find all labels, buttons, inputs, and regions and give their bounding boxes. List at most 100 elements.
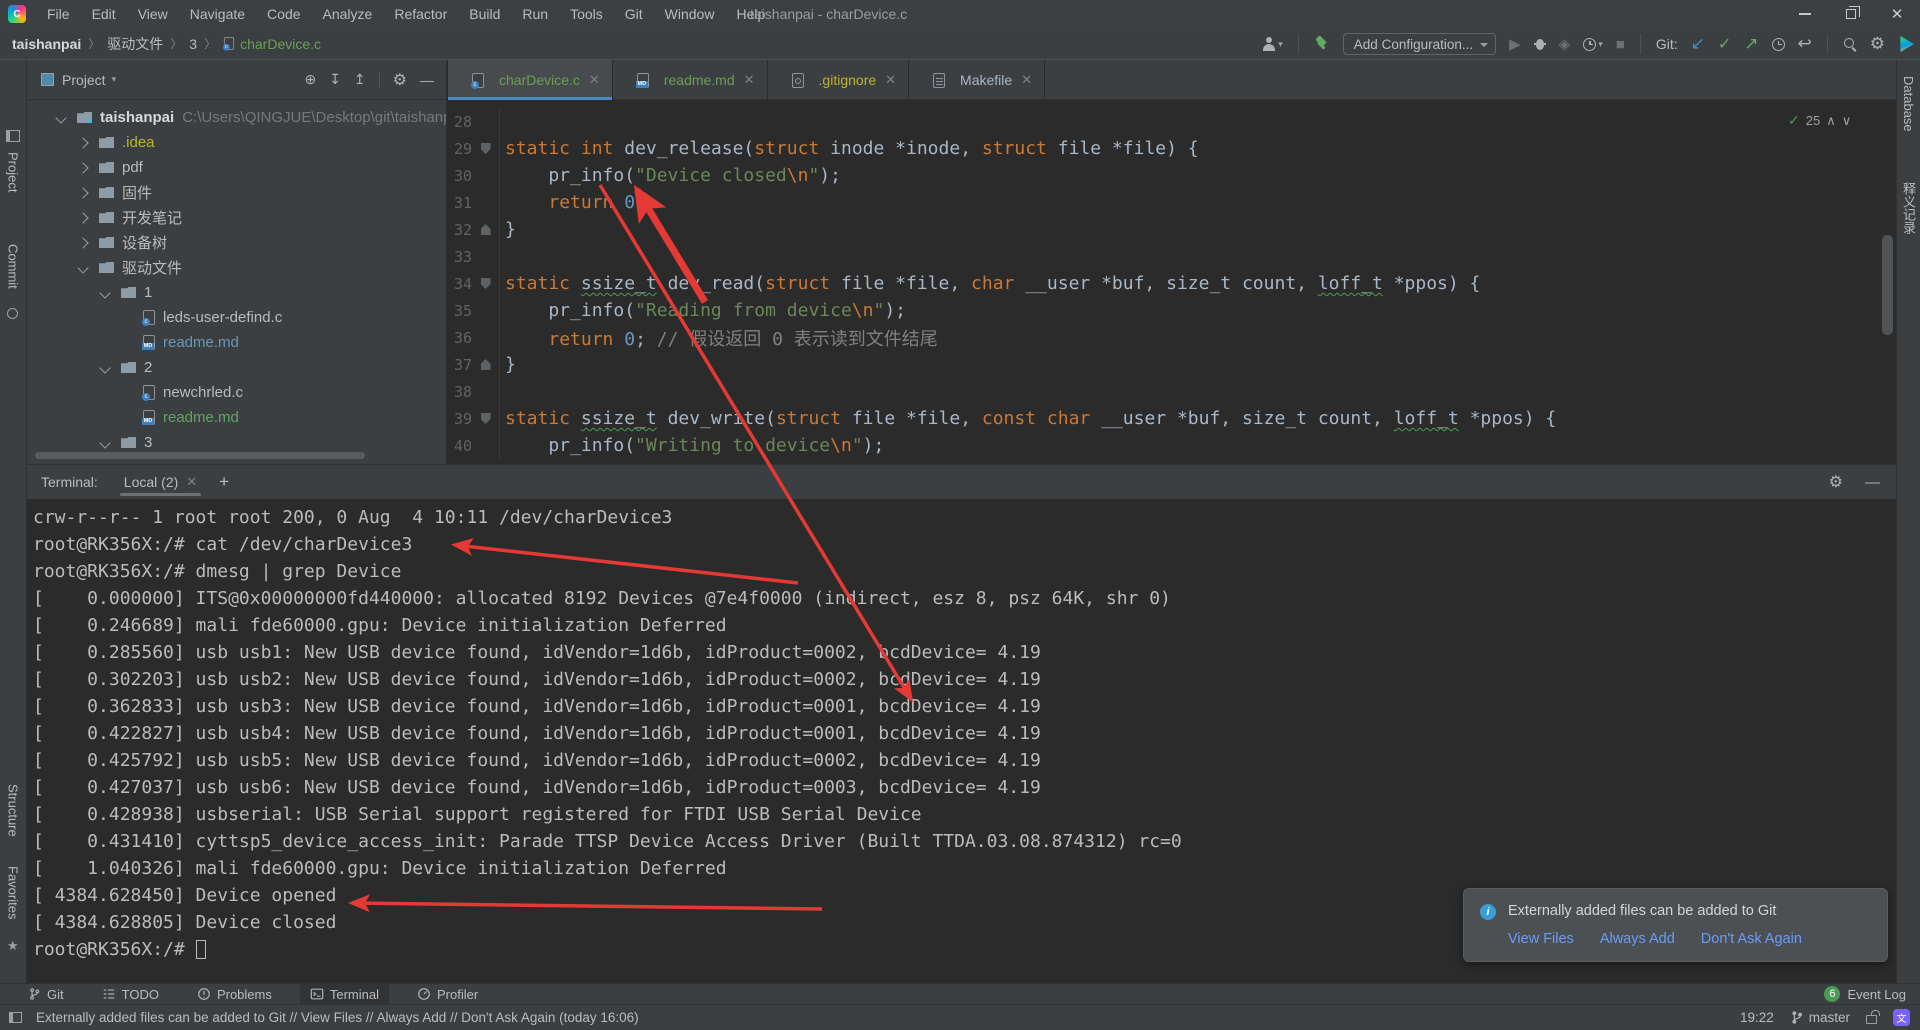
run-icon[interactable]: ▶ — [1509, 35, 1521, 53]
rollback-icon[interactable]: ↩ — [1798, 34, 1812, 54]
breadcrumb-item[interactable]: ccharDevice.c — [223, 36, 321, 52]
bottom-tab-problems[interactable]: Problems — [187, 984, 282, 1005]
chevron-down-icon[interactable] — [55, 112, 66, 123]
tree-item[interactable]: .idea — [27, 130, 446, 155]
favorites-star-icon[interactable]: ★ — [7, 938, 21, 950]
fold-open-icon[interactable] — [481, 278, 491, 289]
editor-tab-chardevice-c[interactable]: ccharDevice.c✕ — [448, 60, 613, 100]
tree-item[interactable]: 固件 — [27, 180, 446, 205]
editor-tab-readme-md[interactable]: MDreadme.md✕ — [613, 60, 768, 100]
always-add-link[interactable]: Always Add — [1600, 931, 1675, 947]
search-everywhere-icon[interactable] — [1843, 37, 1857, 51]
status-message[interactable]: Externally added files can be added to G… — [36, 1010, 639, 1025]
tool-stripe-favorites[interactable]: Favorites — [6, 866, 21, 919]
inspections-widget[interactable]: ✓ 25 ∧∨ — [1788, 112, 1851, 129]
chevron-right-icon[interactable] — [77, 162, 88, 173]
profiler-icon[interactable]: ▾ — [1583, 38, 1603, 51]
locate-file-icon[interactable]: ⊕ — [304, 71, 316, 88]
chevron-down-icon[interactable] — [99, 362, 110, 373]
fold-open-icon[interactable] — [481, 143, 491, 154]
hide-panel-icon[interactable]: — — [420, 72, 434, 88]
tree-item[interactable]: 2 — [27, 355, 446, 380]
git-commit-icon[interactable]: ✓ — [1718, 34, 1731, 54]
history-clock-icon[interactable] — [1772, 38, 1785, 51]
build-hammer-icon[interactable] — [1314, 36, 1330, 52]
tab-close-icon[interactable]: ✕ — [589, 72, 600, 88]
terminal-tab-local[interactable]: Local (2)✕ — [120, 465, 201, 499]
chevron-right-icon[interactable] — [77, 137, 88, 148]
tree-item[interactable]: 1 — [27, 280, 446, 305]
menu-code[interactable]: Code — [256, 0, 311, 28]
unlock-icon[interactable] — [1866, 1015, 1877, 1024]
terminal-settings-gear-icon[interactable]: ⚙ — [1829, 472, 1843, 492]
translation-plugin-icon[interactable]: 文 — [1893, 1009, 1910, 1026]
menu-navigate[interactable]: Navigate — [179, 0, 256, 28]
close-button[interactable]: ✕ — [1874, 0, 1920, 28]
menu-tools[interactable]: Tools — [559, 0, 614, 28]
tree-item[interactable]: 驱动文件 — [27, 255, 446, 280]
bottom-tab-todo[interactable]: TODO — [92, 984, 169, 1005]
tree-item[interactable]: cleds-user-defind.c — [27, 305, 446, 330]
git-branch-widget[interactable]: master — [1790, 1010, 1850, 1025]
collapse-all-icon[interactable]: ↥ — [354, 71, 366, 88]
expand-all-icon[interactable]: ↧ — [329, 71, 341, 88]
terminal-hide-icon[interactable]: — — [1865, 474, 1880, 491]
tab-close-icon[interactable]: ✕ — [885, 72, 896, 88]
bottom-tab-git[interactable]: Git — [18, 984, 74, 1005]
terminal-tab-close-icon[interactable]: ✕ — [186, 474, 197, 490]
menu-refactor[interactable]: Refactor — [383, 0, 458, 28]
tree-item[interactable]: cnewchrled.c — [27, 380, 446, 405]
view-files-link[interactable]: View Files — [1508, 931, 1574, 947]
minimize-button[interactable] — [1782, 0, 1828, 28]
settings-gear-icon[interactable]: ⚙ — [1870, 34, 1885, 54]
project-panel-title[interactable]: Project — [62, 72, 106, 88]
menu-view[interactable]: View — [127, 0, 179, 28]
tool-stripe-structure[interactable]: Structure — [6, 784, 21, 837]
chevron-right-icon[interactable] — [77, 212, 88, 223]
tool-stripe-dictionary[interactable]: 释义记录 — [1899, 182, 1918, 234]
panel-settings-gear-icon[interactable]: ⚙ — [393, 70, 407, 90]
user-account-icon[interactable]: ▾ — [1262, 37, 1283, 51]
tab-close-icon[interactable]: ✕ — [744, 72, 755, 88]
tree-item[interactable]: MDreadme.md — [27, 330, 446, 355]
tree-item[interactable]: taishanpaiC:\Users\QINGJUE\Desktop\git\t… — [27, 105, 446, 130]
chevron-right-icon[interactable] — [77, 187, 88, 198]
tree-item[interactable]: pdf — [27, 155, 446, 180]
tab-close-icon[interactable]: ✕ — [1021, 72, 1032, 88]
editor-tab--gitignore[interactable]: .gitignore✕ — [768, 60, 910, 100]
menu-edit[interactable]: Edit — [81, 0, 127, 28]
plugin-icon[interactable] — [1898, 36, 1914, 52]
menu-run[interactable]: Run — [511, 0, 559, 28]
chevron-down-icon[interactable] — [99, 287, 110, 298]
editor-tab-makefile[interactable]: Makefile✕ — [909, 60, 1045, 100]
breadcrumb-item[interactable]: 驱动文件 — [107, 34, 163, 54]
tool-stripe-commit[interactable]: Commit — [6, 244, 21, 289]
menu-analyze[interactable]: Analyze — [312, 0, 384, 28]
editor-scrollbar[interactable] — [1882, 235, 1893, 335]
fold-open-icon[interactable] — [481, 413, 491, 424]
fold-close-icon[interactable] — [481, 224, 491, 235]
menu-git[interactable]: Git — [614, 0, 654, 28]
menu-window[interactable]: Window — [654, 0, 726, 28]
bottom-tab-profiler[interactable]: Profiler — [407, 984, 488, 1005]
project-view-dropdown-icon[interactable]: ▾ — [112, 74, 117, 85]
tree-item[interactable]: 开发笔记 — [27, 205, 446, 230]
chevron-down-icon[interactable] — [99, 437, 110, 448]
tree-item[interactable]: MDreadme.md — [27, 405, 446, 430]
event-log-button[interactable]: 6 Event Log — [1824, 986, 1906, 1002]
restore-button[interactable] — [1828, 0, 1874, 28]
new-terminal-session-icon[interactable]: + — [219, 472, 229, 492]
tree-item[interactable]: 设备树 — [27, 230, 446, 255]
coverage-icon[interactable]: ◈ — [1559, 35, 1571, 53]
bottom-tab-terminal[interactable]: Terminal — [300, 984, 389, 1005]
dont-ask-again-link[interactable]: Don't Ask Again — [1701, 931, 1802, 947]
run-configuration-select[interactable]: Add Configuration... — [1343, 33, 1496, 55]
commit-target-icon[interactable] — [7, 308, 18, 319]
tree-horizontal-scrollbar[interactable] — [35, 452, 365, 459]
fold-close-icon[interactable] — [481, 359, 491, 370]
menu-file[interactable]: File — [36, 0, 81, 28]
tool-stripe-project[interactable]: Project — [6, 152, 21, 192]
breadcrumb-item[interactable]: 3 — [189, 36, 197, 52]
git-update-icon[interactable]: ↙ — [1691, 34, 1705, 54]
debug-icon[interactable] — [1534, 37, 1546, 51]
